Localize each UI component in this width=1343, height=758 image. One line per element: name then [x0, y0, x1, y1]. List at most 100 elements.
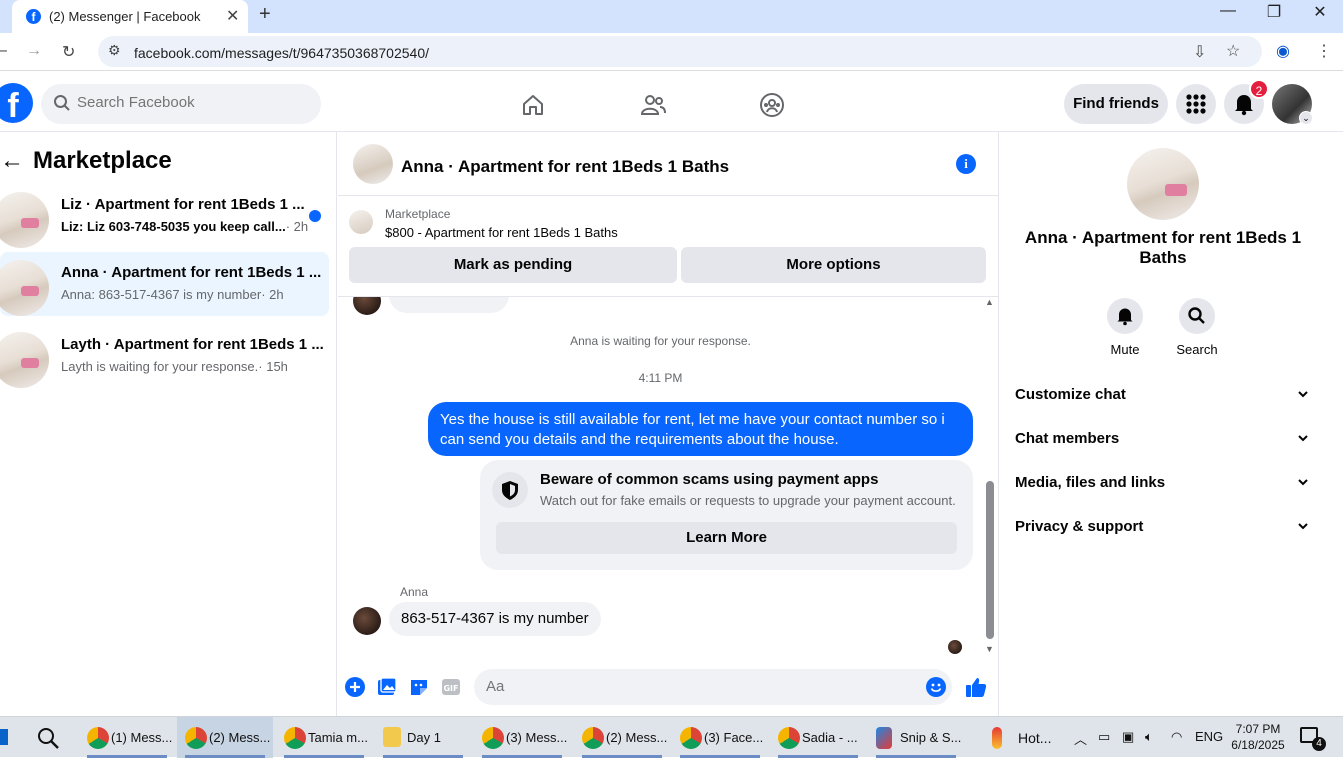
- chevron-up-icon[interactable]: ︿: [1074, 729, 1087, 748]
- tab-close-icon[interactable]: ✕: [226, 6, 239, 26]
- address-bar[interactable]: ⚙ facebook.com/messages/t/96473503687025…: [98, 36, 1262, 67]
- conversation-item[interactable]: Layth · Apartment for rent 1Beds 1 ... L…: [0, 324, 329, 388]
- search-in-chat-button[interactable]: Search: [1167, 298, 1227, 357]
- listing-title[interactable]: $800 - Apartment for rent 1Beds 1 Baths: [385, 225, 618, 240]
- chat-avatar[interactable]: [353, 144, 393, 184]
- scroll-down-icon[interactable]: ▼: [985, 644, 994, 654]
- section-label: Privacy & support: [1015, 518, 1144, 535]
- clock[interactable]: 7:07 PM 6/18/2025: [1225, 721, 1291, 753]
- find-friends-button[interactable]: Find friends: [1064, 84, 1168, 124]
- window-close-icon[interactable]: ✕: [1305, 2, 1335, 22]
- meet-now-icon[interactable]: ▣: [1122, 729, 1134, 745]
- mute-button[interactable]: Mute: [1095, 298, 1155, 357]
- taskbar-item[interactable]: (3) Mess...: [474, 717, 570, 758]
- facebook-logo-icon[interactable]: f: [0, 83, 33, 125]
- conversation-preview: Layth is waiting for your response.· 15h: [61, 359, 288, 374]
- home-icon[interactable]: [520, 92, 546, 118]
- section-label: Customize chat: [1015, 386, 1126, 403]
- taskbar-item[interactable]: Day 1: [375, 717, 471, 758]
- chevron-down-icon: [1298, 391, 1308, 398]
- taskbar-item[interactable]: (3) Face...: [672, 717, 768, 758]
- sticker-icon[interactable]: [409, 677, 429, 697]
- taskbar-search-icon[interactable]: [36, 726, 60, 750]
- profile-icon[interactable]: ◉: [1276, 41, 1290, 61]
- scrollbar-thumb[interactable]: [986, 481, 994, 639]
- emoji-icon[interactable]: [926, 677, 946, 697]
- reload-icon[interactable]: ↻: [62, 42, 75, 62]
- plus-circle-icon[interactable]: [345, 677, 365, 697]
- facebook-search-box[interactable]: [41, 84, 321, 124]
- menu-button[interactable]: [1176, 84, 1216, 124]
- taskbar-item[interactable]: (2) Mess...: [574, 717, 670, 758]
- chrome-icon: [284, 727, 306, 749]
- chat-title[interactable]: Anna · Apartment for rent 1Beds 1 Baths: [401, 157, 729, 177]
- incoming-message-bubble[interactable]: 863-517-4367 is my number: [389, 602, 601, 636]
- chrome-icon: [482, 727, 504, 749]
- message-thread[interactable]: Anna is waiting for your response. 4:11 …: [338, 296, 999, 656]
- taskbar-item[interactable]: Tamia m...: [276, 717, 372, 758]
- chat-info-panel: Anna · Apartment for rent 1Beds 1 Baths …: [999, 132, 1343, 716]
- taskbar-item[interactable]: Snip & S...: [868, 717, 964, 758]
- bookmark-star-icon[interactable]: ☆: [1226, 41, 1240, 61]
- conversation-preview: Anna: 863-517-4367 is my number· 2h: [61, 287, 284, 302]
- conversation-avatar: [0, 332, 49, 388]
- search-input[interactable]: [77, 94, 307, 111]
- taskbar-item-label: (3) Mess...: [506, 730, 568, 745]
- scam-warning-title: Beware of common scams using payment app…: [540, 471, 879, 488]
- privacy-support-row[interactable]: Privacy & support: [1015, 518, 1315, 535]
- message-scrollbar[interactable]: ▲ ▼: [983, 297, 997, 656]
- taskbar-item-label: (3) Face...: [704, 730, 764, 745]
- start-icon[interactable]: [0, 729, 8, 745]
- unread-dot: [309, 210, 321, 222]
- new-tab-icon[interactable]: +: [259, 3, 271, 26]
- menu-grid-icon: [1186, 94, 1206, 114]
- taskbar-item[interactable]: Sadia - ...: [770, 717, 866, 758]
- info-avatar: [1127, 148, 1199, 220]
- battery-icon[interactable]: ▭: [1098, 729, 1110, 745]
- info-icon[interactable]: i: [956, 154, 976, 174]
- message-input[interactable]: [486, 678, 906, 695]
- taskbar-item-active[interactable]: (2) Mess...: [177, 717, 273, 758]
- more-options-button[interactable]: More options: [681, 247, 986, 283]
- section-label: Media, files and links: [1015, 474, 1166, 491]
- conversation-item-selected[interactable]: Anna · Apartment for rent 1Beds 1 ... An…: [0, 252, 329, 316]
- learn-more-button[interactable]: Learn More: [496, 522, 957, 554]
- account-avatar[interactable]: ⌄: [1272, 84, 1313, 125]
- browser-tab[interactable]: f (2) Messenger | Facebook ✕: [12, 0, 248, 33]
- photo-icon[interactable]: [377, 677, 397, 697]
- conversation-avatar: [0, 260, 49, 316]
- bell-icon: [1107, 298, 1143, 334]
- wifi-icon[interactable]: ◠: [1171, 729, 1182, 745]
- svg-text:GIF: GIF: [443, 684, 458, 693]
- site-info-icon[interactable]: ⚙: [108, 42, 121, 59]
- message-input-box[interactable]: [474, 669, 952, 705]
- sender-avatar[interactable]: [353, 607, 381, 635]
- facebook-header: f Find friends 2 ⌄: [0, 76, 1343, 132]
- restore-icon[interactable]: ❐: [1259, 2, 1289, 22]
- back-nav-icon[interactable]: –: [0, 42, 7, 60]
- groups-icon[interactable]: [759, 92, 785, 118]
- marketplace-listing-bar: Marketplace $800 - Apartment for rent 1B…: [338, 196, 999, 296]
- taskbar-item[interactable]: Hot...: [980, 717, 1060, 758]
- back-arrow-icon[interactable]: ←: [0, 147, 24, 175]
- taskbar-item[interactable]: (1) Mess...: [79, 717, 175, 758]
- conversation-item[interactable]: Liz · Apartment for rent 1Beds 1 ... Liz…: [0, 184, 329, 248]
- friends-icon[interactable]: [640, 92, 666, 118]
- media-files-links-row[interactable]: Media, files and links: [1015, 474, 1315, 491]
- thumbs-up-icon[interactable]: [964, 675, 988, 699]
- message-bubble-partial: [389, 297, 509, 313]
- install-app-icon[interactable]: ⇩: [1193, 42, 1206, 62]
- notification-count-badge: 2: [1249, 79, 1269, 99]
- scroll-up-icon[interactable]: ▲: [985, 297, 994, 307]
- scam-warning-description: Watch out for fake emails or requests to…: [540, 493, 956, 508]
- speaker-icon[interactable]: 🔈︎: [1145, 729, 1153, 745]
- browser-menu-icon[interactable]: ⋮: [1316, 41, 1332, 61]
- language-indicator[interactable]: ENG: [1195, 729, 1223, 744]
- forward-nav-icon[interactable]: →: [26, 42, 42, 60]
- customize-chat-row[interactable]: Customize chat: [1015, 386, 1315, 403]
- gif-icon[interactable]: GIF: [441, 677, 461, 697]
- outgoing-message-bubble[interactable]: Yes the house is still available for ren…: [428, 402, 973, 456]
- chat-members-row[interactable]: Chat members: [1015, 430, 1315, 447]
- mark-as-pending-button[interactable]: Mark as pending: [349, 247, 677, 283]
- minimize-icon[interactable]: —: [1213, 2, 1243, 20]
